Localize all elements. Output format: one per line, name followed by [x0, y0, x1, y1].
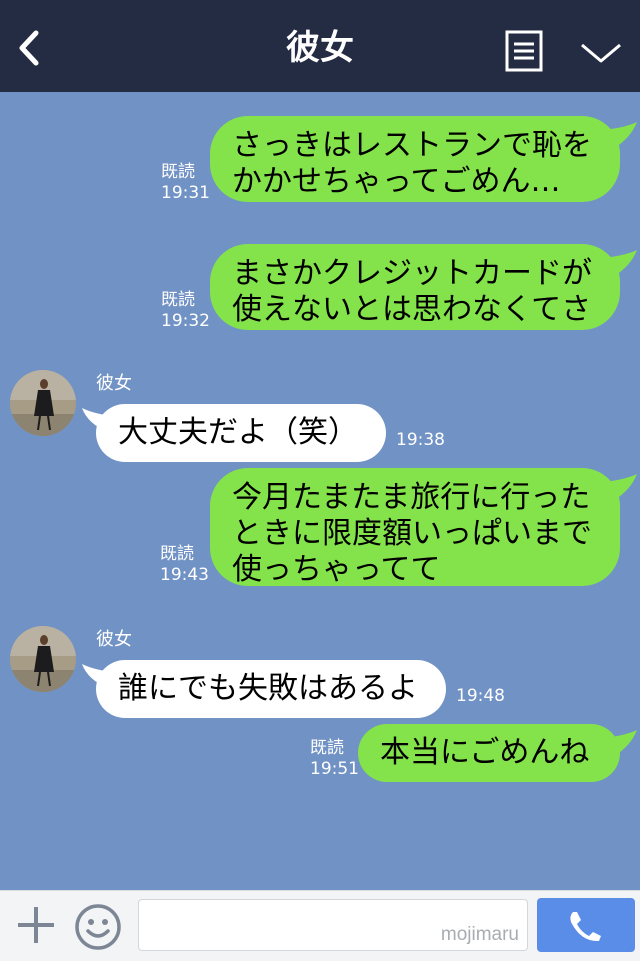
chat-area[interactable]: 既読 19:31 さっきはレストランで恥を かかせちゃってごめん… 既読 19:… [0, 92, 640, 890]
message-line: まさかクレジットカードが [232, 256, 592, 291]
avatar[interactable] [10, 626, 76, 692]
bubble-tail [602, 122, 637, 152]
call-button[interactable] [537, 898, 635, 952]
smile-icon[interactable] [74, 903, 122, 951]
avatar-photo [10, 370, 76, 436]
sender-name: 彼女 [96, 373, 132, 394]
message-line: 大丈夫だよ（笑） [118, 415, 358, 450]
message-time: 19:51 [310, 759, 359, 779]
message-time: 19:32 [161, 311, 210, 331]
message-time: 19:31 [161, 183, 210, 203]
input-bar: mojimaru [0, 890, 640, 961]
read-receipt: 既読 [310, 738, 344, 758]
message-line: 使っちゃってて [232, 552, 441, 587]
bubble-tail [602, 474, 637, 504]
message-time: 19:38 [396, 430, 445, 450]
plus-icon[interactable] [14, 903, 58, 947]
outgoing-message-bubble[interactable]: まさかクレジットカードが 使えないとは思わなくてさ [210, 244, 620, 330]
message-input[interactable]: mojimaru [138, 899, 528, 951]
read-receipt: 既読 [160, 544, 194, 564]
chat-title: 彼女 [286, 28, 354, 68]
avatar[interactable] [10, 370, 76, 436]
message-time: 19:48 [456, 686, 505, 706]
message-status: 既読 19:32 [161, 290, 210, 332]
message-line: かかせちゃってごめん… [232, 164, 561, 199]
outgoing-message-bubble[interactable]: 本当にごめんね [358, 724, 620, 782]
watermark: mojimaru [440, 924, 519, 945]
message-status: 既読 19:31 [161, 162, 210, 204]
message-line: 使えないとは思わなくてさ [232, 292, 592, 327]
outgoing-message-bubble[interactable]: さっきはレストランで恥を かかせちゃってごめん… [210, 116, 620, 202]
read-receipt: 既読 [161, 290, 195, 310]
phone-icon [570, 912, 601, 942]
message-status: 既読 19:51 [310, 738, 359, 780]
bubble-tail [602, 250, 637, 280]
read-receipt: 既読 [161, 162, 195, 182]
sender-name: 彼女 [96, 629, 132, 650]
incoming-message-bubble[interactable]: 大丈夫だよ（笑） [96, 404, 386, 462]
message-line: ときに限度額いっぱいまで [232, 516, 592, 551]
message-status: 既読 19:43 [160, 544, 209, 586]
chevron-down-icon[interactable] [580, 42, 622, 64]
message-line: 本当にごめんね [380, 735, 590, 770]
message-time: 19:43 [160, 565, 209, 585]
bubble-tail [602, 730, 637, 760]
message-line: さっきはレストランで恥を [232, 128, 592, 163]
message-line: 誰にでも失敗はあるよ [118, 671, 418, 706]
chat-header: 彼女 [0, 0, 640, 92]
avatar-photo [10, 626, 76, 692]
list-icon[interactable] [505, 30, 543, 72]
incoming-message-bubble[interactable]: 誰にでも失敗はあるよ [96, 660, 446, 718]
outgoing-message-bubble[interactable]: 今月たまたま旅行に行った ときに限度額いっぱいまで 使っちゃってて [210, 468, 620, 587]
message-line: 今月たまたま旅行に行った [232, 480, 591, 515]
